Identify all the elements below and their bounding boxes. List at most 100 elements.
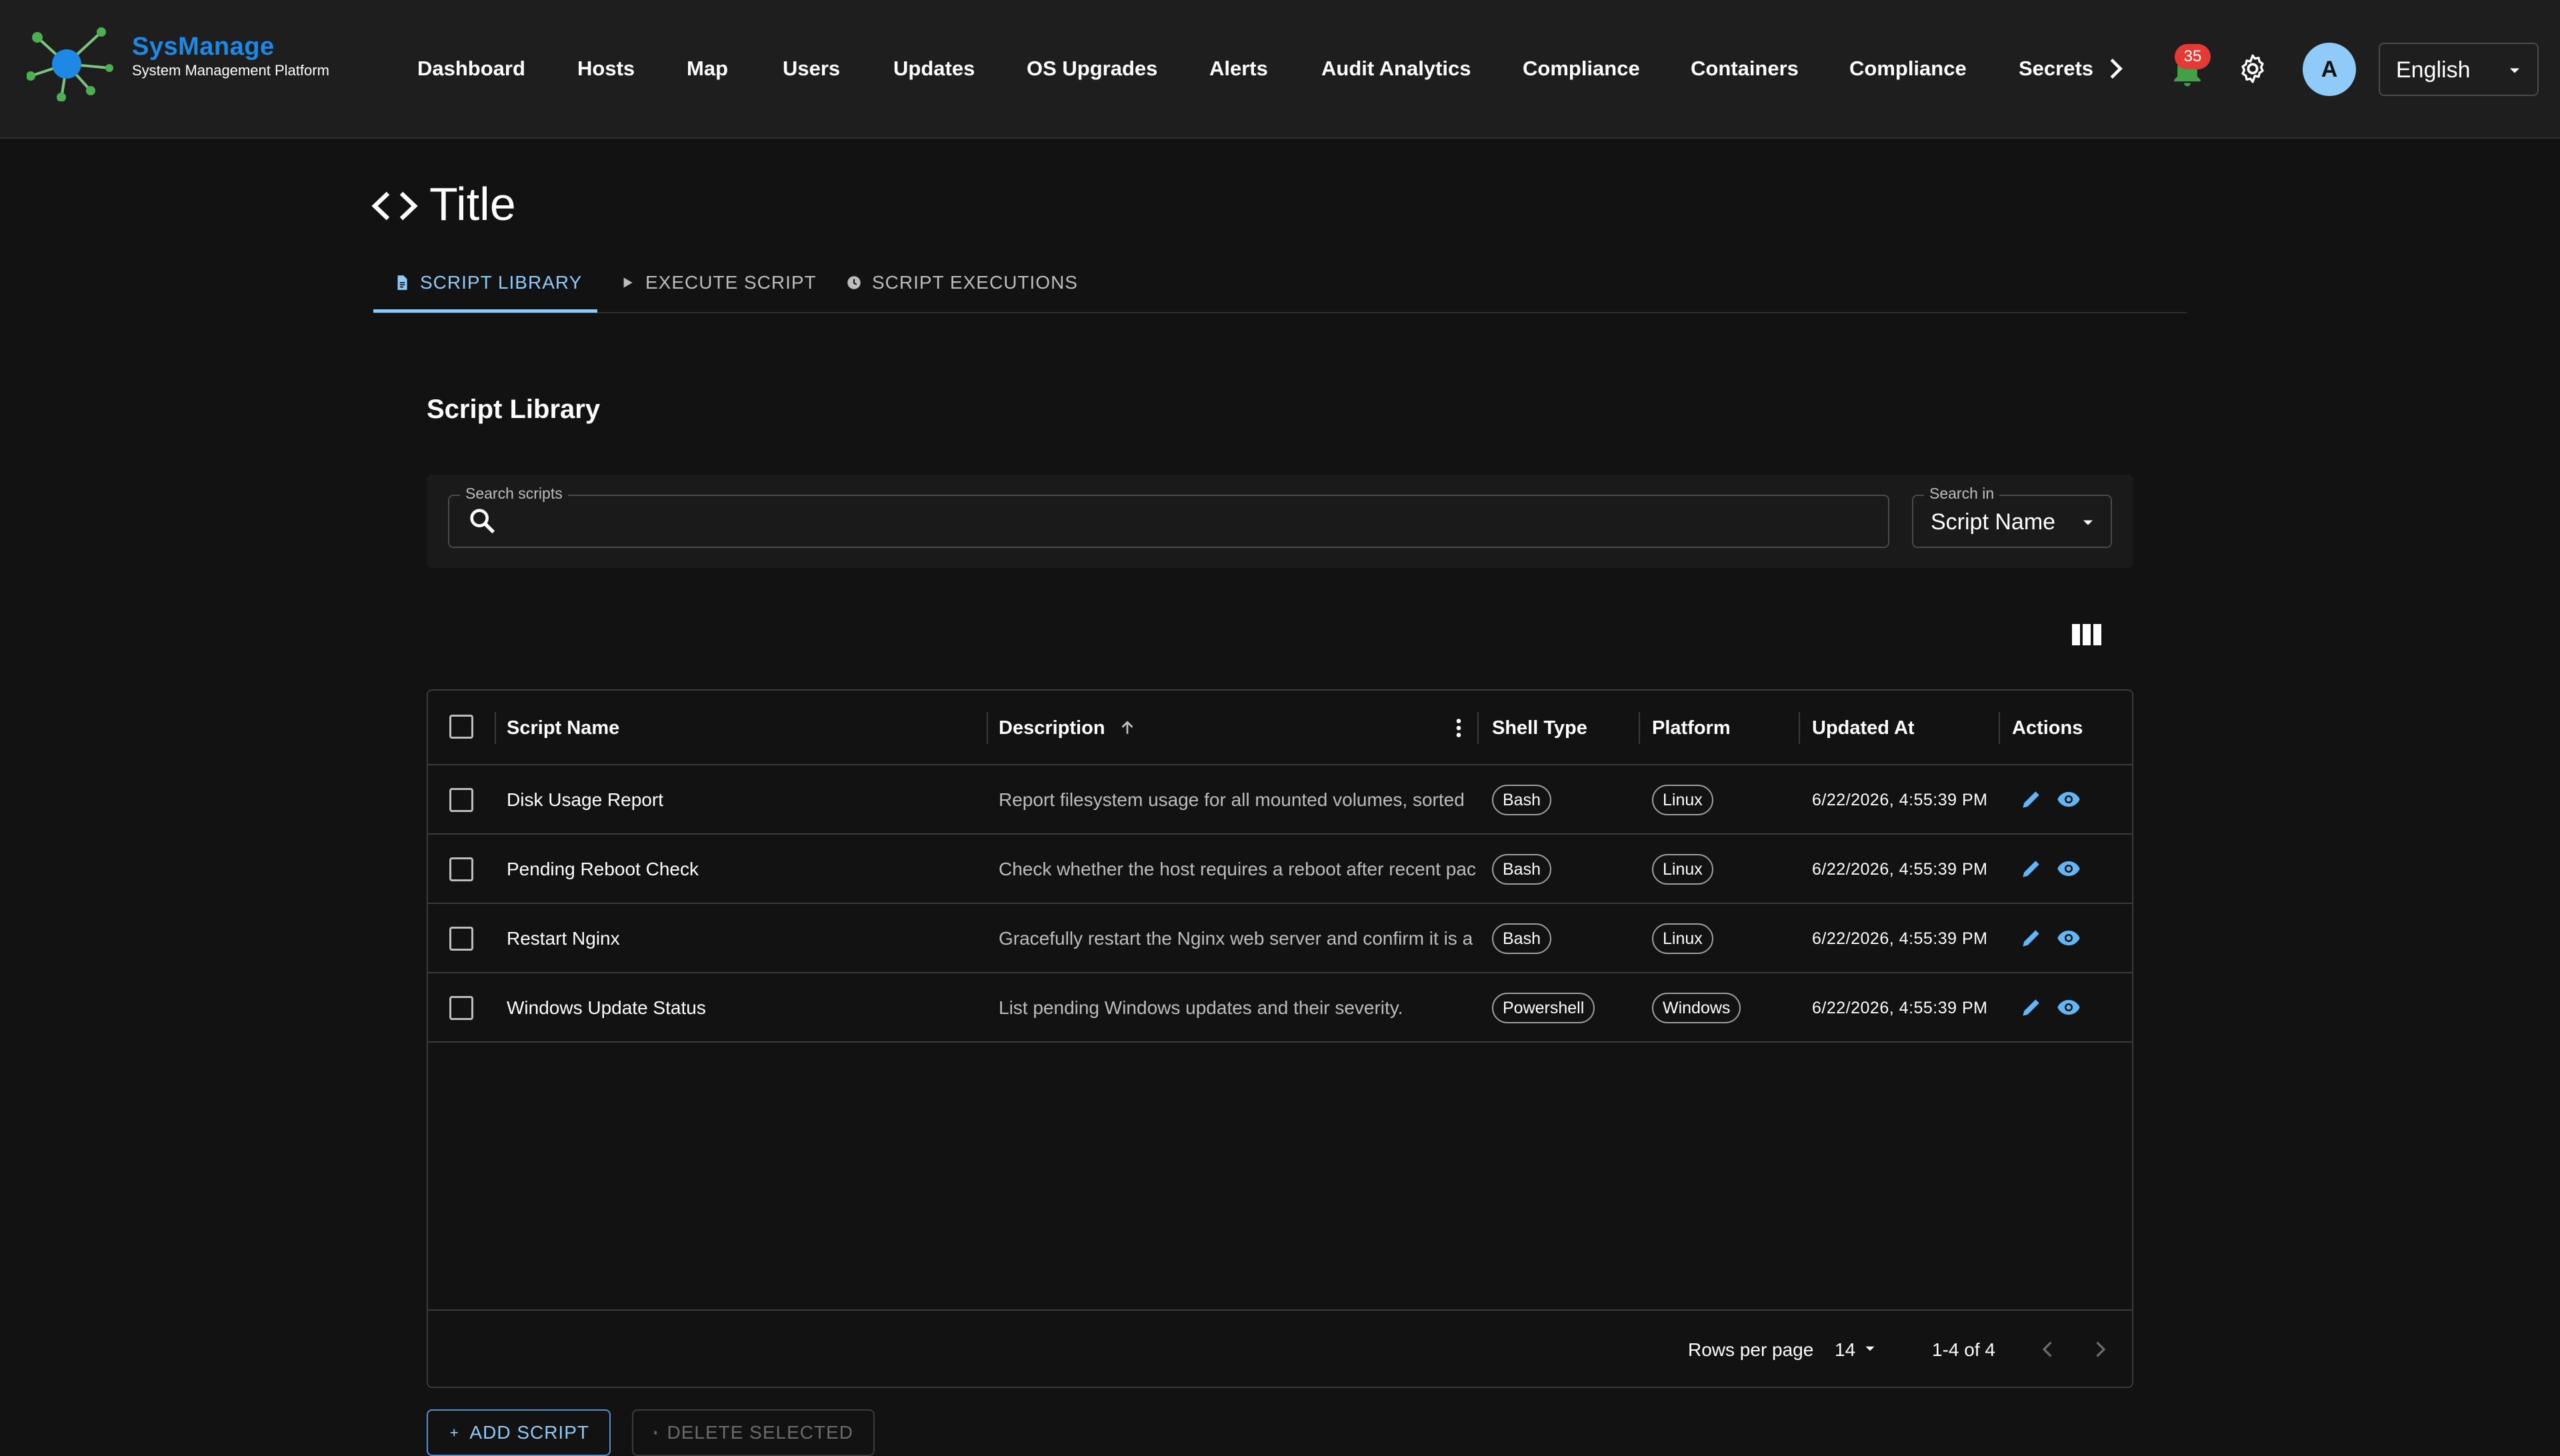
- column-separator[interactable]: [1477, 712, 1479, 744]
- shell-type-chip: Bash: [1492, 854, 1551, 885]
- network-logo-icon[interactable]: [27, 27, 113, 101]
- platform-cell: Linux: [1652, 835, 1713, 904]
- column-header-description[interactable]: Description: [999, 691, 1137, 765]
- caret-down-icon[interactable]: [1861, 1340, 1879, 1357]
- view-icon[interactable]: [2056, 925, 2081, 951]
- column-label: Description: [999, 717, 1105, 739]
- nav-users[interactable]: Users: [783, 53, 840, 84]
- nav-hosts[interactable]: Hosts: [577, 53, 635, 84]
- delete-selected-label: DELETE SELECTED: [667, 1422, 853, 1443]
- rows-per-page-value[interactable]: 14: [1835, 1339, 1855, 1361]
- add-script-label: ADD SCRIPT: [469, 1422, 589, 1443]
- shell-type-cell: Bash: [1492, 835, 1551, 904]
- trash-icon: [654, 1431, 657, 1435]
- main-nav: Dashboard Hosts Map Users Updates OS Upg…: [397, 0, 2093, 139]
- column-separator[interactable]: [1639, 712, 1640, 744]
- platform-cell: Linux: [1652, 904, 1713, 973]
- chevron-right-icon[interactable]: [2088, 1337, 2112, 1361]
- edit-icon[interactable]: [2019, 995, 2044, 1020]
- row-checkbox[interactable]: [449, 996, 473, 1020]
- column-header-script-name[interactable]: Script Name: [507, 691, 619, 765]
- table-row[interactable]: Restart Nginx Gracefully restart the Ngi…: [428, 904, 2132, 973]
- edit-icon[interactable]: [2019, 787, 2044, 812]
- column-separator[interactable]: [1999, 712, 2000, 744]
- script-name-cell: Disk Usage Report: [507, 789, 663, 810]
- nav-audit-analytics[interactable]: Audit Analytics: [1321, 53, 1471, 84]
- nav-os-upgrades[interactable]: OS Upgrades: [1027, 53, 1157, 84]
- shell-type-chip: Powershell: [1492, 993, 1595, 1023]
- nav-updates[interactable]: Updates: [893, 53, 975, 84]
- nav-alerts[interactable]: Alerts: [1209, 53, 1268, 84]
- column-header-platform[interactable]: Platform: [1652, 691, 1731, 765]
- pagination-range: 1-4 of 4: [1932, 1339, 1995, 1360]
- table-header: Script Name Description Shell Type Platf…: [428, 691, 2132, 765]
- search-in-label: Search in: [1924, 484, 2000, 503]
- nav-dashboard[interactable]: Dashboard: [417, 53, 525, 84]
- table-row[interactable]: Windows Update Status List pending Windo…: [428, 973, 2132, 1043]
- chevron-left-icon[interactable]: [2036, 1337, 2060, 1361]
- edit-icon[interactable]: [2019, 925, 2044, 951]
- plus-icon: [450, 1429, 458, 1437]
- select-all-checkbox[interactable]: [449, 715, 473, 739]
- tab-execute-script[interactable]: EXECUTE SCRIPT: [619, 253, 817, 312]
- add-script-button[interactable]: ADD SCRIPT: [427, 1409, 611, 1456]
- column-separator[interactable]: [495, 712, 496, 744]
- caret-down-icon: [2083, 520, 2093, 525]
- row-checkbox[interactable]: [449, 927, 473, 951]
- shell-type-cell: Powershell: [1492, 973, 1595, 1043]
- nav-compliance[interactable]: Compliance: [1523, 53, 1640, 84]
- edit-icon[interactable]: [2019, 856, 2044, 881]
- search-icon: [470, 509, 495, 534]
- shell-type-chip: Bash: [1492, 785, 1551, 815]
- tab-bar: SCRIPT LIBRARY EXECUTE SCRIPT SCRIPT EXE…: [373, 253, 2187, 313]
- delete-selected-button[interactable]: DELETE SELECTED: [632, 1409, 875, 1456]
- column-separator[interactable]: [987, 712, 988, 744]
- nav-compliance-2[interactable]: Compliance: [1849, 53, 1967, 84]
- brand-name: SysManage: [132, 33, 275, 61]
- nav-secrets[interactable]: Secrets: [2019, 53, 2093, 84]
- platform-chip: Linux: [1652, 923, 1713, 954]
- language-select[interactable]: English: [2379, 43, 2539, 96]
- row-checkbox[interactable]: [449, 788, 473, 812]
- chevron-right-icon[interactable]: [2100, 53, 2131, 84]
- code-icon: [371, 191, 418, 221]
- tab-script-library[interactable]: SCRIPT LIBRARY: [393, 253, 582, 312]
- play-icon: [623, 277, 633, 288]
- script-name-cell: Pending Reboot Check: [507, 859, 699, 879]
- column-header-updated-at[interactable]: Updated At: [1812, 691, 1915, 765]
- description-cell: Gracefully restart the Nginx web server …: [999, 928, 1473, 949]
- gear-icon[interactable]: [2236, 52, 2269, 85]
- column-header-shell-type[interactable]: Shell Type: [1492, 691, 1587, 765]
- columns-icon[interactable]: [2072, 621, 2101, 648]
- column-label: Platform: [1652, 717, 1731, 739]
- tab-script-executions[interactable]: SCRIPT EXECUTIONS: [845, 253, 1078, 312]
- shell-type-cell: Bash: [1492, 765, 1551, 835]
- row-checkbox[interactable]: [449, 857, 473, 881]
- search-in-select[interactable]: Script Name: [1912, 495, 2112, 548]
- column-separator[interactable]: [1799, 712, 1800, 744]
- arrow-up-icon[interactable]: [1117, 718, 1137, 738]
- nav-containers[interactable]: Containers: [1691, 53, 1799, 84]
- column-menu-icon[interactable]: [1447, 716, 1471, 740]
- table-row[interactable]: Disk Usage Report Report filesystem usag…: [428, 765, 2132, 835]
- clock-icon: [847, 276, 861, 289]
- caret-down-icon: [2510, 68, 2519, 73]
- updated-at-cell: 6/22/2026, 4:55:39 PM: [1812, 859, 1988, 879]
- column-label: Shell Type: [1492, 717, 1587, 739]
- column-label: Actions: [2012, 717, 2083, 739]
- brand-subtitle: System Management Platform: [132, 62, 329, 79]
- search-input[interactable]: [513, 501, 1873, 541]
- view-icon[interactable]: [2056, 787, 2081, 812]
- table-row[interactable]: Pending Reboot Check Check whether the h…: [428, 835, 2132, 904]
- table-pagination: Rows per page 14 1-4 of 4: [428, 1309, 2132, 1387]
- platform-chip: Windows: [1652, 993, 1741, 1023]
- column-label: Script Name: [507, 717, 620, 739]
- nav-map[interactable]: Map: [687, 53, 728, 84]
- shell-type-chip: Bash: [1492, 923, 1551, 954]
- view-icon[interactable]: [2056, 856, 2081, 881]
- document-icon: [397, 275, 407, 290]
- description-cell: Check whether the host requires a reboot…: [999, 859, 1476, 879]
- avatar[interactable]: A: [2303, 43, 2356, 96]
- view-icon[interactable]: [2056, 995, 2081, 1020]
- updated-at-cell: 6/22/2026, 4:55:39 PM: [1812, 929, 1988, 948]
